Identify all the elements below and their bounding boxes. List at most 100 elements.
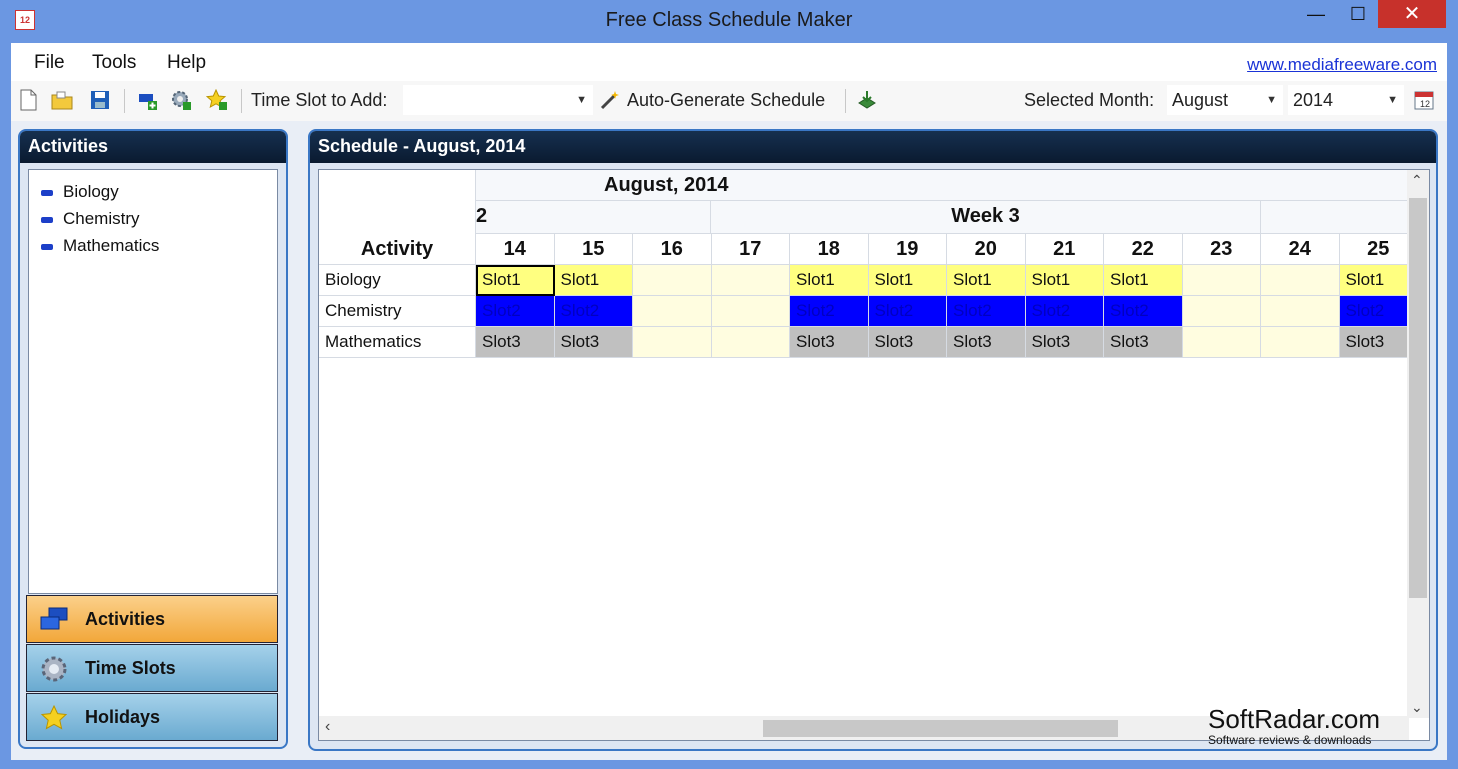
- schedule-cell[interactable]: [1182, 296, 1261, 327]
- open-folder-icon[interactable]: [51, 89, 73, 111]
- add-time-slot-icon[interactable]: [170, 89, 192, 111]
- schedule-cell[interactable]: [633, 265, 712, 296]
- nav-time-slots-button[interactable]: Time Slots: [26, 644, 278, 692]
- month-dropdown[interactable]: August ▼: [1167, 85, 1283, 115]
- schedule-cell[interactable]: Slot1: [476, 265, 555, 296]
- schedule-cell[interactable]: [711, 265, 790, 296]
- scroll-left-icon[interactable]: ‹: [325, 718, 330, 736]
- toolbar-separator: [241, 89, 242, 113]
- week-header-prev: 2: [476, 201, 711, 234]
- day-header: 22: [1104, 234, 1183, 265]
- schedule-cell[interactable]: Slot1: [554, 265, 633, 296]
- schedule-cell[interactable]: Slot1: [790, 265, 869, 296]
- scroll-up-icon[interactable]: ⌃: [1411, 172, 1423, 189]
- schedule-cell[interactable]: Slot2: [947, 296, 1026, 327]
- scroll-down-icon[interactable]: ⌄: [1411, 699, 1423, 716]
- schedule-cell[interactable]: Slot2: [868, 296, 947, 327]
- schedule-grid[interactable]: August, 2014 2 Week 3 Activity 14 15 16 17 1…: [318, 169, 1430, 741]
- schedule-cell[interactable]: Slot2: [1104, 296, 1183, 327]
- schedule-cell[interactable]: [711, 296, 790, 327]
- vertical-scrollbar[interactable]: ⌃ ⌄: [1407, 170, 1429, 718]
- schedule-cell[interactable]: [1182, 327, 1261, 358]
- chevron-down-icon: ▼: [1266, 94, 1277, 106]
- schedule-cell[interactable]: Slot3: [790, 327, 869, 358]
- activities-icon: [40, 607, 68, 630]
- list-item[interactable]: Mathematics: [41, 236, 159, 256]
- maximize-button[interactable]: ☐: [1338, 0, 1378, 28]
- table-row-label[interactable]: Chemistry: [319, 296, 476, 327]
- week-header: Week 3: [711, 201, 1261, 234]
- schedule-cell[interactable]: Slot1: [947, 265, 1026, 296]
- calendar-icon[interactable]: 12: [1413, 89, 1435, 111]
- minimize-button[interactable]: —: [1296, 0, 1336, 28]
- schedule-cell[interactable]: Slot1: [1025, 265, 1104, 296]
- day-header: 21: [1025, 234, 1104, 265]
- schedule-cell[interactable]: [1261, 296, 1340, 327]
- schedule-cell[interactable]: Slot2: [790, 296, 869, 327]
- activities-list[interactable]: Biology Chemistry Mathematics: [28, 169, 278, 594]
- activities-panel: Activities Biology Chemistry Mathematics…: [18, 129, 288, 749]
- add-activity-icon[interactable]: [136, 89, 158, 111]
- time-slot-label: Time Slot to Add:: [251, 90, 388, 110]
- menu-bar: File Tools Help www.mediafreeware.com: [11, 43, 1447, 81]
- star-icon: [40, 704, 68, 730]
- schedule-panel-title: Schedule - August, 2014: [310, 131, 1436, 163]
- schedule-cell[interactable]: Slot3: [868, 327, 947, 358]
- day-header: 15: [554, 234, 633, 265]
- menu-file[interactable]: File: [34, 52, 65, 74]
- year-value: 2014: [1293, 90, 1334, 110]
- schedule-cell[interactable]: Slot2: [1025, 296, 1104, 327]
- close-button[interactable]: ✕: [1378, 0, 1446, 28]
- auto-generate-button[interactable]: Auto-Generate Schedule: [627, 90, 825, 111]
- time-slot-dropdown[interactable]: ▼: [403, 85, 593, 115]
- schedule-cell[interactable]: Slot1: [868, 265, 947, 296]
- schedule-cell[interactable]: [633, 296, 712, 327]
- toolbar-separator: [845, 89, 846, 113]
- website-link[interactable]: www.mediafreeware.com: [1247, 55, 1437, 75]
- svg-text:12: 12: [1420, 99, 1430, 109]
- client-area: File Tools Help www.mediafreeware.com Ti…: [11, 43, 1447, 760]
- activity-icon: [41, 189, 53, 196]
- schedule-panel: Schedule - August, 2014 August, 2014 2 W…: [308, 129, 1438, 751]
- schedule-cell[interactable]: [1261, 265, 1340, 296]
- save-icon[interactable]: [89, 89, 111, 111]
- schedule-cell[interactable]: Slot3: [476, 327, 555, 358]
- gear-icon: [41, 656, 67, 682]
- menu-help[interactable]: Help: [167, 52, 206, 74]
- menu-tools[interactable]: Tools: [92, 52, 136, 74]
- table-row-label[interactable]: Biology: [319, 265, 476, 296]
- schedule-cell[interactable]: Slot1: [1104, 265, 1183, 296]
- schedule-cell[interactable]: Slot2: [554, 296, 633, 327]
- nav-holidays-button[interactable]: Holidays: [26, 693, 278, 741]
- schedule-cell[interactable]: [711, 327, 790, 358]
- schedule-cell[interactable]: Slot3: [554, 327, 633, 358]
- day-header: 20: [947, 234, 1026, 265]
- schedule-cell[interactable]: Slot3: [1104, 327, 1183, 358]
- add-holiday-icon[interactable]: [206, 89, 228, 111]
- schedule-cell[interactable]: Slot2: [476, 296, 555, 327]
- vertical-scroll-thumb[interactable]: [1409, 198, 1427, 598]
- watermark: SoftRadar.com Software reviews & downloa…: [1208, 704, 1380, 747]
- schedule-cell[interactable]: Slot3: [1025, 327, 1104, 358]
- corner-cell: [319, 170, 476, 234]
- schedule-cell[interactable]: [1182, 265, 1261, 296]
- export-icon[interactable]: [856, 89, 878, 111]
- new-file-icon[interactable]: [17, 89, 39, 111]
- schedule-cell[interactable]: Slot3: [947, 327, 1026, 358]
- schedule-cell[interactable]: [633, 327, 712, 358]
- toolbar: Time Slot to Add: ▼ Auto-Generate Schedu…: [11, 81, 1447, 121]
- toolbar-separator: [124, 89, 125, 113]
- table-row-label[interactable]: Mathematics: [319, 327, 476, 358]
- nav-activities-button[interactable]: Activities: [26, 595, 278, 643]
- list-item[interactable]: Chemistry: [41, 209, 140, 229]
- window-title: Free Class Schedule Maker: [605, 9, 853, 31]
- activities-panel-title: Activities: [20, 131, 286, 163]
- list-item[interactable]: Biology: [41, 182, 119, 202]
- schedule-cell[interactable]: [1261, 327, 1340, 358]
- content-area: Activities Biology Chemistry Mathematics…: [11, 121, 1447, 760]
- activity-label: Biology: [63, 182, 119, 201]
- year-dropdown[interactable]: 2014 ▼: [1288, 85, 1404, 115]
- activity-column-header: Activity: [319, 234, 476, 265]
- magic-wand-icon[interactable]: [599, 89, 621, 111]
- horizontal-scroll-thumb[interactable]: [763, 720, 1118, 737]
